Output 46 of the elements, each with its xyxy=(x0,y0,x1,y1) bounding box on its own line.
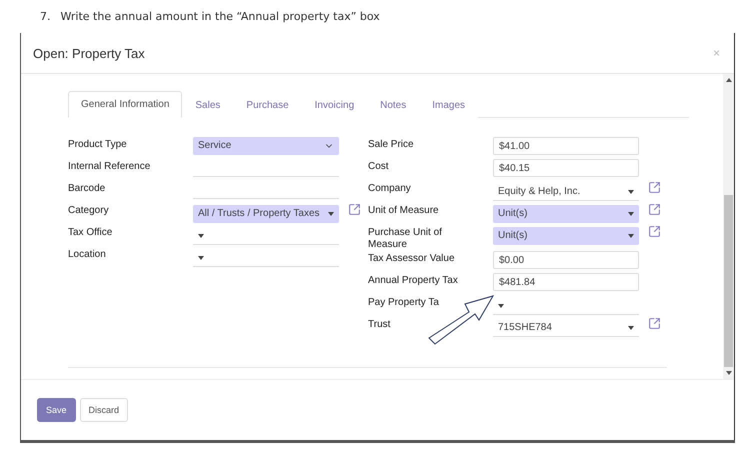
caret-icon xyxy=(628,212,634,216)
external-link-icon[interactable] xyxy=(348,203,361,216)
scroll-up-icon[interactable] xyxy=(726,78,732,82)
field-label: Location xyxy=(68,248,107,261)
caret-icon xyxy=(198,234,204,238)
select-field[interactable]: Service xyxy=(193,137,339,155)
tab[interactable]: General Information xyxy=(68,91,182,118)
field-label: Category xyxy=(68,204,110,217)
scrollbar[interactable] xyxy=(723,74,734,379)
field-label: Purchase Unit of Measure xyxy=(368,226,443,251)
discard-button[interactable]: Discard xyxy=(80,398,128,422)
field-label: Product Type xyxy=(68,138,128,151)
field-label: Internal Reference xyxy=(68,160,152,173)
caret-icon xyxy=(628,190,634,194)
step-number: 7. xyxy=(40,10,50,25)
instruction-text: Write the annual amount in the “Annual property tax” box xyxy=(60,10,380,25)
field-label: Tax Assessor Value xyxy=(368,252,456,265)
external-link-icon[interactable] xyxy=(648,181,661,194)
save-button[interactable]: Save xyxy=(37,398,76,422)
field-label: Barcode xyxy=(68,182,106,195)
caret-icon xyxy=(628,326,634,330)
field-label: Sale Price xyxy=(368,138,415,151)
field-label: Trust xyxy=(368,318,392,331)
scroll-down-icon[interactable] xyxy=(726,371,732,375)
caret-icon xyxy=(498,304,504,308)
caret-icon xyxy=(628,234,634,238)
input-field[interactable]: $40.15 xyxy=(493,159,639,177)
dropdown-field[interactable]: Unit(s) xyxy=(493,227,639,245)
arrow-icon xyxy=(428,295,494,345)
field-label: Tax Office xyxy=(68,226,114,239)
external-link-icon[interactable] xyxy=(648,317,661,330)
field-label: Company xyxy=(368,182,412,195)
field-label: Pay Property Ta xyxy=(368,296,440,309)
dropdown-field[interactable]: Unit(s) xyxy=(493,205,639,223)
external-link-icon[interactable] xyxy=(648,225,661,238)
field-label: Unit of Measure xyxy=(368,204,440,217)
input-field[interactable]: $41.00 xyxy=(493,137,639,155)
field-label: Cost xyxy=(368,160,390,173)
caret-icon xyxy=(328,212,334,216)
input-field[interactable]: $0.00 xyxy=(493,251,639,269)
input-field[interactable]: $481.84 xyxy=(493,273,639,291)
dropdown-field[interactable]: All / Trusts / Property Taxes xyxy=(193,205,339,223)
external-link-icon[interactable] xyxy=(648,203,661,216)
dialog-title: Open: Property Tax xyxy=(33,46,145,60)
caret-icon xyxy=(198,256,204,260)
field-label: Annual Property Tax xyxy=(368,274,459,287)
